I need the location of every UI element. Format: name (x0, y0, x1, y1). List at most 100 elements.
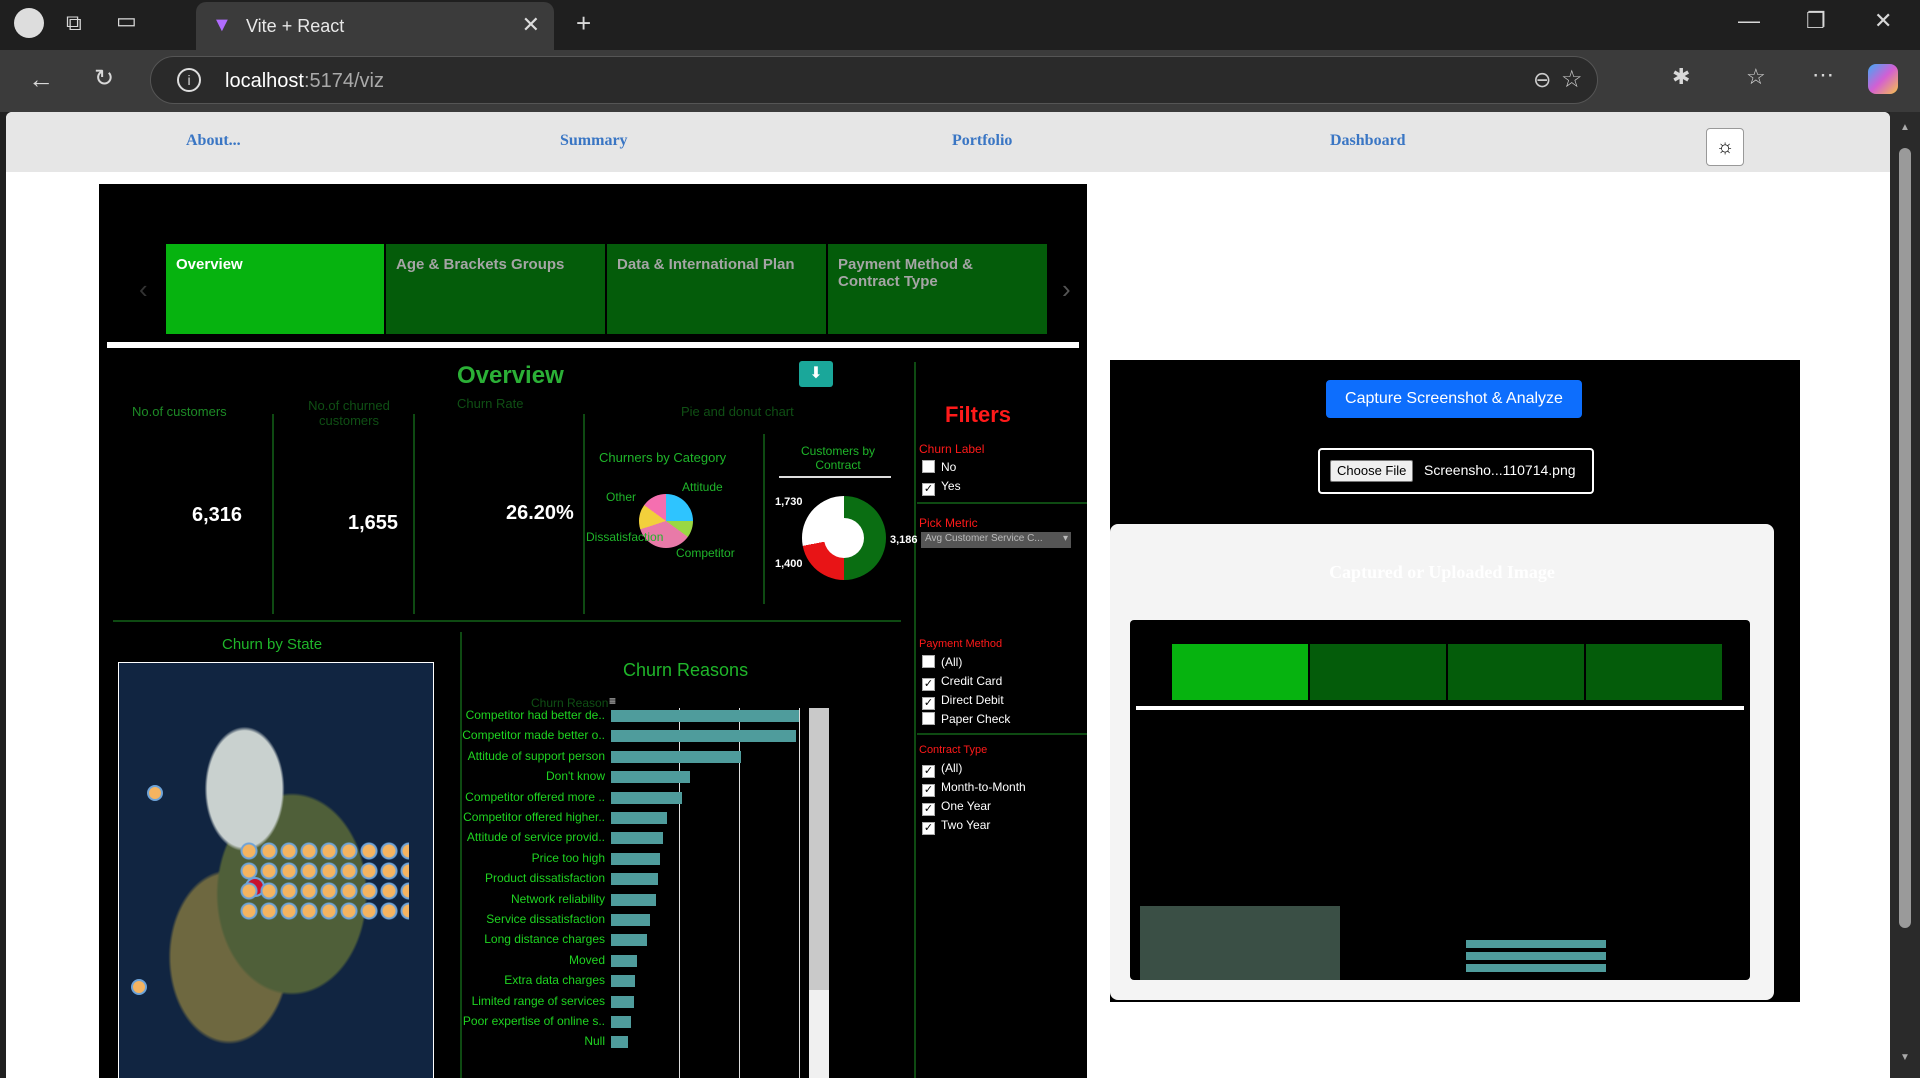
reason-bar[interactable] (611, 730, 797, 743)
tab-overview[interactable]: Overview (166, 244, 384, 334)
kpi-churn-rate-label: Churn Rate (457, 396, 524, 411)
contract-option-one[interactable]: ✓ One Year (922, 799, 991, 816)
more-menu-icon[interactable]: ⋯ (1812, 62, 1834, 88)
contract-option-two[interactable]: ✓ Two Year (922, 818, 990, 835)
churn-option-no[interactable]: No (922, 460, 956, 474)
payment-option-credit[interactable]: ✓ Credit Card (922, 674, 1002, 691)
contract-option-mtm[interactable]: ✓ Month-to-Month (922, 780, 1026, 797)
checkbox-checked[interactable]: ✓ (922, 822, 935, 835)
churn-option-yes[interactable]: ✓ Yes (922, 479, 961, 496)
checkbox-checked[interactable]: ✓ (922, 803, 935, 816)
minimize-icon[interactable]: — (1738, 8, 1760, 34)
close-window-icon[interactable]: ✕ (1874, 8, 1892, 34)
url-field[interactable]: i localhost:5174/viz ⊖ ☆ (150, 56, 1598, 104)
churn-label-title: Churn Label (919, 442, 985, 456)
preview-image (1130, 620, 1750, 980)
capture-analyze-button[interactable]: Capture Screenshot & Analyze (1326, 380, 1582, 418)
pie-label-dissatisfaction: Dissatisfaction (586, 530, 664, 544)
donut-label-1400: 1,400 (775, 558, 803, 570)
page-scrollbar[interactable]: ▲ ▼ (1890, 112, 1920, 1078)
download-icon[interactable]: ⬇ (799, 361, 833, 387)
preview-tab (1448, 644, 1584, 700)
scroll-thumb[interactable] (1899, 148, 1911, 928)
nav-dashboard[interactable]: Dashboard (1330, 132, 1406, 150)
payment-option-check[interactable]: Paper Check (922, 712, 1010, 726)
churn-by-state-map[interactable] (118, 662, 434, 1078)
site-info-icon[interactable]: i (177, 68, 201, 92)
donut-label-1730: 1,730 (775, 496, 803, 508)
contract-option-all[interactable]: ✓ (All) (922, 761, 962, 778)
tab-actions-icon[interactable]: ▭ (116, 8, 137, 34)
donut-label-3186: 3,186 (890, 534, 918, 546)
reasons-scrollbar[interactable] (809, 708, 829, 1078)
copilot-icon[interactable] (1868, 64, 1898, 94)
reason-bar[interactable] (611, 832, 663, 845)
checkbox-checked[interactable]: ✓ (922, 697, 935, 710)
back-icon[interactable]: ← (28, 64, 54, 95)
scroll-down-icon[interactable]: ▼ (1900, 1052, 1910, 1063)
file-input[interactable]: Choose File Screensho...110714.png (1318, 448, 1594, 494)
reason-bar[interactable] (611, 914, 651, 926)
tab-prev-arrow-icon[interactable]: ‹ (139, 274, 148, 305)
nav-about[interactable]: About... (186, 132, 241, 150)
choose-file-button[interactable]: Choose File (1330, 460, 1414, 482)
tab-age[interactable]: Age & Brackets Groups (386, 244, 605, 334)
metric-dropdown[interactable]: Avg Customer Service C... ▾ (921, 532, 1071, 548)
favorite-star-icon[interactable]: ☆ (1561, 65, 1583, 94)
state-marker-cluster[interactable] (239, 841, 409, 921)
checkbox[interactable] (922, 655, 935, 668)
reason-bar[interactable] (611, 852, 660, 865)
reason-bar[interactable] (611, 812, 667, 824)
reasons-scroll-thumb[interactable] (809, 708, 829, 990)
reason-bar[interactable] (611, 893, 657, 906)
extensions-icon[interactable]: ✱ (1672, 64, 1690, 90)
payment-option-all[interactable]: (All) (922, 655, 962, 669)
kpi-churned-value: 1,655 (348, 512, 399, 534)
browser-tab[interactable]: ▼ Vite + React ✕ (196, 2, 554, 50)
restore-icon[interactable]: ❐ (1806, 8, 1826, 34)
reason-bar[interactable] (611, 934, 648, 947)
nav-summary[interactable]: Summary (560, 132, 628, 150)
reason-bar[interactable] (611, 750, 742, 763)
tab-next-arrow-icon[interactable]: › (1062, 274, 1071, 305)
sun-icon: ☼ (1715, 136, 1735, 158)
checkbox-checked[interactable]: ✓ (922, 678, 935, 691)
sort-icon[interactable]: ≡ (609, 694, 616, 708)
payment-option-debit[interactable]: ✓ Direct Debit (922, 693, 1004, 710)
reason-bar[interactable] (611, 710, 799, 722)
favorites-icon[interactable]: ☆ (1746, 64, 1766, 90)
reason-bar[interactable] (611, 873, 658, 886)
reason-bar[interactable] (611, 975, 636, 988)
state-marker[interactable] (147, 785, 163, 801)
content-top-border (107, 342, 1079, 348)
reason-bar[interactable] (611, 1036, 628, 1049)
dropdown-arrow-icon: ▾ (1062, 533, 1068, 544)
reason-bar[interactable] (611, 1016, 631, 1028)
preview-tab-active (1172, 644, 1308, 700)
close-tab-icon[interactable]: ✕ (522, 12, 540, 38)
checkbox[interactable] (922, 712, 935, 725)
checkbox-checked[interactable]: ✓ (922, 765, 935, 778)
map-title: Churn by State (222, 636, 323, 653)
tab-payment[interactable]: Payment Method & Contract Type (828, 244, 1047, 334)
new-tab-icon[interactable]: + (576, 8, 591, 39)
checkbox-checked[interactable]: ✓ (922, 784, 935, 797)
reason-bar[interactable] (611, 995, 634, 1008)
checkbox[interactable] (922, 460, 935, 473)
refresh-icon[interactable]: ↻ (94, 64, 114, 93)
profile-icon[interactable] (14, 8, 44, 38)
tab-data[interactable]: Data & International Plan (607, 244, 826, 334)
reason-label: Product dissatisfaction (484, 871, 605, 886)
reason-bar[interactable] (611, 771, 691, 784)
reason-bar[interactable] (611, 954, 638, 967)
theme-toggle-button[interactable]: ☼ (1706, 128, 1744, 166)
checkbox-checked[interactable]: ✓ (922, 483, 935, 496)
reason-bar[interactable] (611, 791, 682, 804)
scroll-up-icon[interactable]: ▲ (1900, 122, 1910, 133)
workspaces-icon[interactable]: ⧉ (66, 10, 82, 36)
zoom-icon[interactable]: ⊖ (1533, 67, 1551, 93)
preview-title: Captured or Uploaded Image (1329, 562, 1555, 582)
state-marker[interactable] (131, 979, 147, 995)
nav-portfolio[interactable]: Portfolio (952, 132, 1012, 150)
divider (763, 434, 765, 604)
